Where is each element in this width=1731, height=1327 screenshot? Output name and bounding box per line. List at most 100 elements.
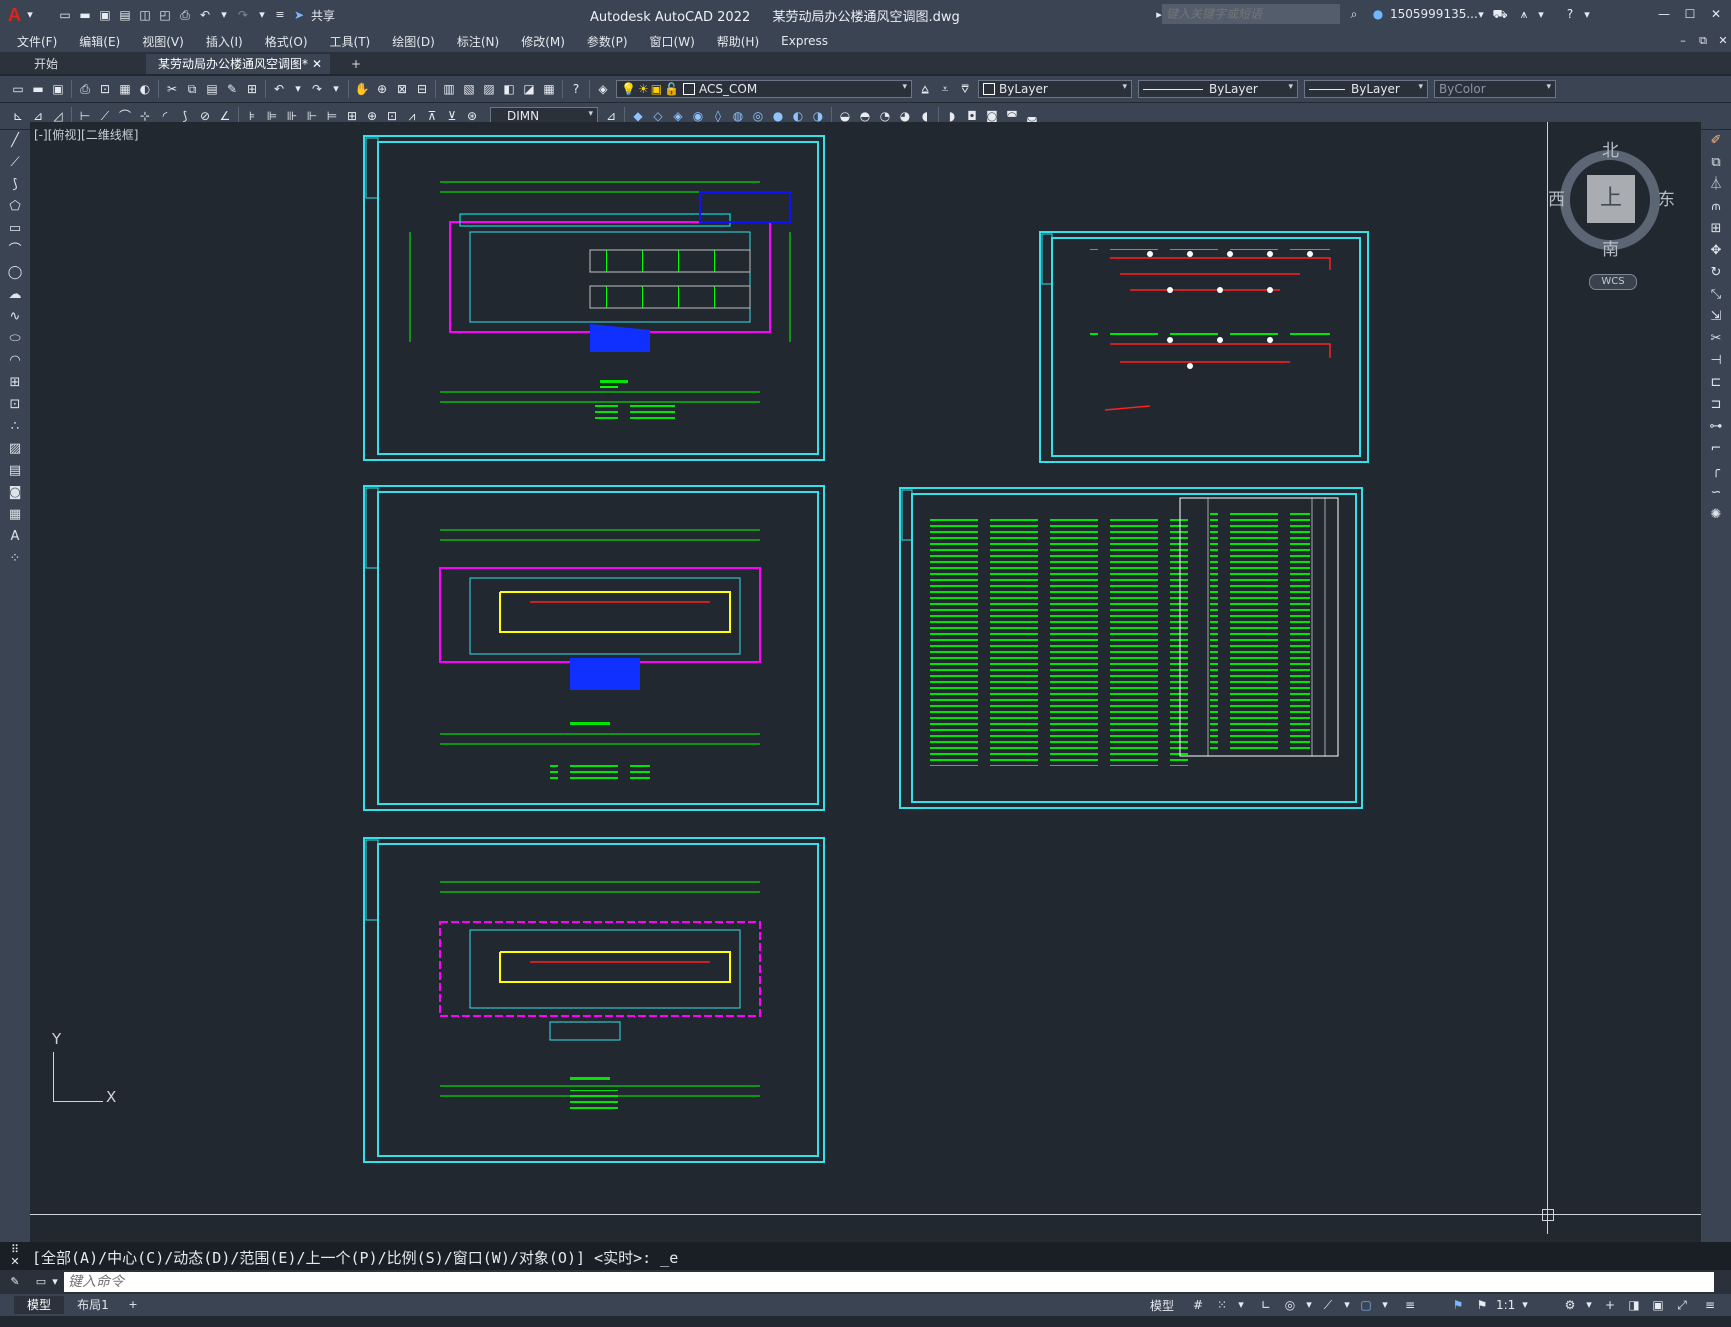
- layer-vp-freeze-icon[interactable]: ▣: [651, 82, 662, 96]
- block-editor-icon[interactable]: ⊞: [244, 81, 260, 97]
- otrack-dd-icon[interactable]: ▾: [1340, 1297, 1354, 1313]
- table-icon[interactable]: ▦: [0, 504, 30, 526]
- osnap-dd-icon[interactable]: ▾: [1378, 1297, 1392, 1313]
- construction-line-icon[interactable]: ⟋: [0, 152, 30, 174]
- undo-tb-icon[interactable]: ↶: [271, 81, 287, 97]
- layer-on-icon[interactable]: 💡: [621, 82, 636, 96]
- search-icon[interactable]: ⌕: [1346, 6, 1362, 22]
- layout-tab-model[interactable]: 模型: [14, 1296, 64, 1314]
- make-current-icon[interactable]: ⩠: [917, 81, 933, 97]
- layer-combo[interactable]: 💡 ☀ ▣ 🔓 ACS_COM ▾: [616, 80, 912, 98]
- tool-palettes-icon[interactable]: ▨: [481, 81, 497, 97]
- plot-icon[interactable]: ⎙: [77, 81, 93, 97]
- zoom-previous-icon[interactable]: ⊟: [414, 81, 430, 97]
- menu-window[interactable]: 窗口(W): [639, 33, 706, 50]
- new-icon[interactable]: ▭: [57, 7, 73, 23]
- properties-icon[interactable]: ▥: [441, 81, 457, 97]
- sheet-set-icon[interactable]: ◧: [501, 81, 517, 97]
- ellipse-icon[interactable]: ⬭: [0, 328, 30, 350]
- erase-icon[interactable]: ✐: [1701, 130, 1731, 152]
- customization-icon[interactable]: ≡: [1702, 1297, 1718, 1313]
- polyline-icon[interactable]: ⟆: [0, 174, 30, 196]
- ellipse-arc-icon[interactable]: ◠: [0, 350, 30, 372]
- help-icon[interactable]: ?: [1562, 6, 1578, 22]
- doc-close-icon[interactable]: ✕: [1716, 33, 1730, 49]
- array-icon[interactable]: ⊞: [1701, 218, 1731, 240]
- app-dropdown-icon[interactable]: ▾: [1534, 7, 1548, 23]
- annotation-scale[interactable]: 1:1: [1496, 1298, 1515, 1312]
- layer-state-icon[interactable]: ⩢: [957, 81, 973, 97]
- undo-icon[interactable]: ↶: [197, 7, 213, 23]
- doc-minimize-icon[interactable]: –: [1676, 33, 1690, 49]
- menu-insert[interactable]: 插入(I): [195, 33, 254, 50]
- mtext-icon[interactable]: A: [0, 526, 30, 548]
- scale-dd-icon[interactable]: ▾: [1518, 1297, 1532, 1313]
- chamfer-icon[interactable]: ⌐: [1701, 438, 1731, 460]
- line-icon[interactable]: ╱: [0, 130, 30, 152]
- web-open-icon[interactable]: ◫: [137, 7, 153, 23]
- insert-block-icon[interactable]: ⊞: [0, 372, 30, 394]
- menu-draw[interactable]: 绘图(D): [381, 33, 446, 50]
- wcs-menu-button[interactable]: WCS: [1589, 274, 1637, 290]
- redo-tb-dd-icon[interactable]: ▾: [329, 81, 343, 97]
- markup-icon[interactable]: ◪: [521, 81, 537, 97]
- linetype-combo[interactable]: ByLayer ▾: [1138, 80, 1298, 98]
- redo-icon[interactable]: ↷: [235, 7, 251, 23]
- hatch-icon[interactable]: ▨: [0, 438, 30, 460]
- menu-express[interactable]: Express: [770, 34, 839, 48]
- menu-modify[interactable]: 修改(M): [510, 33, 576, 50]
- offset-icon[interactable]: ⫙: [1701, 196, 1731, 218]
- break-point-icon[interactable]: ⊏: [1701, 372, 1731, 394]
- user-dropdown-icon[interactable]: ▾: [1474, 7, 1488, 23]
- zoom-realtime-icon[interactable]: ⊕: [374, 81, 390, 97]
- customize-qat-icon[interactable]: ≡: [273, 7, 287, 23]
- pan-icon[interactable]: ✋: [354, 81, 370, 97]
- minimize-icon[interactable]: —: [1656, 6, 1672, 22]
- new-tab-button[interactable]: +: [346, 54, 366, 74]
- polar-icon[interactable]: ◎: [1282, 1297, 1298, 1313]
- menu-edit[interactable]: 编辑(E): [68, 33, 131, 50]
- polygon-icon[interactable]: ⬠: [0, 196, 30, 218]
- color-combo[interactable]: ByLayer ▾: [978, 80, 1132, 98]
- redo-tb-icon[interactable]: ↷: [309, 81, 325, 97]
- design-center-icon[interactable]: ▧: [461, 81, 477, 97]
- viewcube-south-label[interactable]: 南: [1602, 235, 1619, 260]
- blend-icon[interactable]: ∽: [1701, 482, 1731, 504]
- viewcube-east-label[interactable]: 东: [1658, 185, 1675, 210]
- doc-restore-icon[interactable]: ⧉: [1696, 33, 1710, 49]
- layout-tab-layout1[interactable]: 布局1: [66, 1296, 120, 1314]
- viewcube-face-top[interactable]: 上: [1587, 175, 1635, 223]
- region-icon[interactable]: ◙: [0, 482, 30, 504]
- scale-icon[interactable]: ⤡: [1701, 284, 1731, 306]
- point-icon[interactable]: ∴: [0, 416, 30, 438]
- copy-icon[interactable]: ⧉: [184, 81, 200, 97]
- copy-obj-icon[interactable]: ⧉: [1701, 152, 1731, 174]
- isolate-icon[interactable]: ◨: [1626, 1297, 1642, 1313]
- recent-commands-dd-icon[interactable]: ▾: [48, 1274, 62, 1290]
- circle-icon[interactable]: ◯: [0, 262, 30, 284]
- plotstyle-combo[interactable]: ByColor ▾: [1434, 80, 1556, 98]
- fillet-icon[interactable]: ╭: [1701, 460, 1731, 482]
- osnap-icon[interactable]: ▢: [1358, 1297, 1374, 1313]
- share-icon[interactable]: ➤: [291, 7, 307, 23]
- recent-commands-icon[interactable]: ▭: [34, 1274, 48, 1290]
- workspace-icon[interactable]: ⚙: [1562, 1297, 1578, 1313]
- cmd-close-icon[interactable]: ✕: [8, 1254, 22, 1270]
- save-file-icon[interactable]: ▣: [50, 81, 66, 97]
- zoom-window-icon[interactable]: ⊠: [394, 81, 410, 97]
- undo-tb-dd-icon[interactable]: ▾: [291, 81, 305, 97]
- lineweight-toggle-icon[interactable]: ≡: [1402, 1297, 1418, 1313]
- web-save-icon[interactable]: ◰: [157, 7, 173, 23]
- redo-dropdown-icon[interactable]: ▾: [255, 7, 269, 23]
- revcloud-icon[interactable]: ☁: [0, 284, 30, 306]
- autoscale-icon[interactable]: ⚑: [1474, 1297, 1490, 1313]
- menu-tools[interactable]: 工具(T): [319, 33, 382, 50]
- viewcube[interactable]: 上 北 南 西 东: [1548, 140, 1675, 260]
- model-space-button[interactable]: 模型: [1150, 1297, 1174, 1314]
- extend-icon[interactable]: ⊣: [1701, 350, 1731, 372]
- annotation-monitor-icon[interactable]: +: [1602, 1297, 1618, 1313]
- menu-view[interactable]: 视图(V): [131, 33, 195, 50]
- polar-dd-icon[interactable]: ▾: [1302, 1297, 1316, 1313]
- spline-icon[interactable]: ∿: [0, 306, 30, 328]
- publish-icon[interactable]: ▦: [117, 81, 133, 97]
